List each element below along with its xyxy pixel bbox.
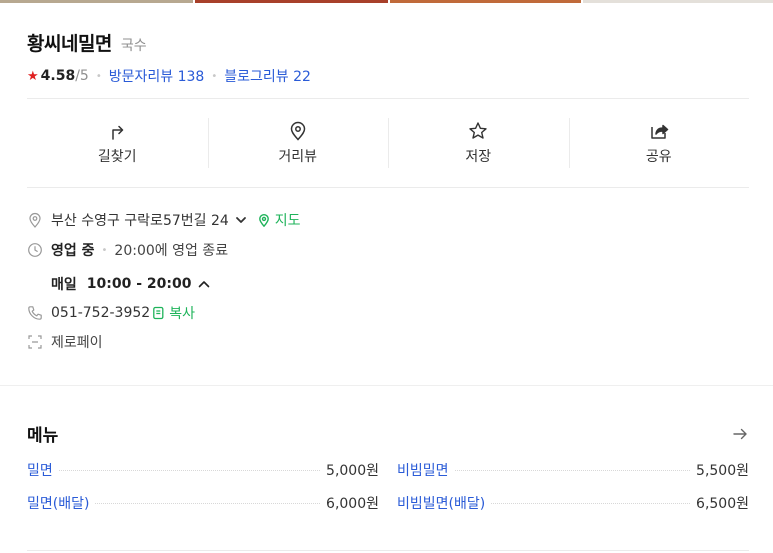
menu-item-price: 6,000원: [326, 496, 379, 512]
divider: [27, 187, 749, 188]
phone-number: 051-752-3952: [51, 305, 151, 321]
photo-thumb[interactable]: [0, 0, 193, 3]
daily-day: 매일: [51, 277, 77, 293]
menu-item-price: 5,000원: [326, 463, 379, 479]
menu-item-name: 밀면(배달): [27, 496, 90, 512]
menu-item-price: 6,500원: [696, 496, 749, 512]
rating-row: ★ 4.58 /5 • 방문자리뷰 138 • 블로그리뷰 22: [27, 66, 311, 86]
menu-item[interactable]: 비빔빌면(배달) 6,500원: [397, 493, 749, 513]
menu-item-name: 비빔밀면: [397, 463, 449, 479]
menu-item-price: 5,500원: [696, 463, 749, 479]
menu-item-name: 비빔빌면(배달): [397, 496, 486, 512]
save-label: 저장: [465, 148, 492, 165]
dot-separator: •: [101, 244, 108, 256]
star-outline-icon: [469, 121, 487, 139]
menu-leader: [491, 503, 691, 504]
chevron-up-icon[interactable]: [197, 277, 211, 291]
photo-thumb[interactable]: [390, 0, 581, 3]
visitor-review-link[interactable]: 방문자리뷰 138: [109, 66, 205, 86]
star-icon: ★: [27, 68, 39, 84]
map-link-label: 지도: [274, 213, 301, 229]
dot-separator: •: [95, 70, 102, 82]
photo-strip[interactable]: [0, 0, 773, 3]
map-link[interactable]: 지도: [257, 210, 301, 230]
menu-item-name: 밀면: [27, 463, 53, 479]
scan-pay-icon: [28, 335, 42, 349]
divider: [27, 98, 749, 99]
menu-leader: [95, 503, 321, 504]
menu-item[interactable]: 비빔밀면 5,500원: [397, 460, 749, 480]
photo-thumb[interactable]: [195, 0, 388, 3]
menu-section: 메뉴 밀면 5,000원 비빔밀면 5,500원 밀면(배달) 6,000원 비…: [27, 421, 749, 513]
close-time: 20:00에 영업 종료: [114, 243, 229, 259]
divider: [27, 550, 749, 551]
place-header: 황씨네밀면 국수 ★ 4.58 /5 • 방문자리뷰 138 • 블로그리뷰 2…: [27, 29, 311, 86]
address-row: 부산 수영구 구락로57번길 24 지도: [27, 210, 301, 230]
directions-icon: [112, 125, 124, 140]
chevron-down-icon[interactable]: [235, 214, 247, 226]
arrow-right-icon[interactable]: [731, 425, 749, 443]
share-button[interactable]: 공유: [568, 118, 750, 168]
map-pin-icon: [258, 214, 269, 227]
payment-row: 제로페이: [27, 332, 301, 352]
save-button[interactable]: 저장: [388, 118, 569, 168]
menu-item[interactable]: 밀면 5,000원: [27, 460, 379, 480]
dot-separator: •: [211, 70, 218, 82]
place-name: 황씨네밀면: [27, 33, 112, 55]
blog-review-count: 22: [293, 69, 311, 85]
action-bar: 길찾기 거리뷰 저장 공유: [27, 118, 749, 168]
visitor-review-count: 138: [177, 69, 205, 85]
place-category: 국수: [120, 38, 147, 54]
copy-button[interactable]: 복사: [152, 303, 195, 323]
open-status: 영업 중: [51, 243, 95, 259]
menu-item[interactable]: 밀면(배달) 6,000원: [27, 493, 379, 513]
menu-leader: [454, 470, 691, 471]
rating-max: /5: [75, 68, 89, 84]
share-label: 공유: [645, 148, 672, 165]
address-text: 부산 수영구 구락로57번길 24: [51, 213, 229, 229]
daily-hours: 10:00 - 20:00: [86, 276, 192, 292]
directions-button[interactable]: 길찾기: [27, 118, 208, 168]
rating-value: 4.58: [40, 68, 76, 84]
photo-thumb[interactable]: [583, 0, 773, 3]
street-view-icon: [290, 121, 306, 141]
blog-review-link[interactable]: 블로그리뷰 22: [224, 66, 311, 86]
street-view-label: 거리뷰: [278, 148, 318, 165]
daily-hours-row[interactable]: 매일 10:00 - 20:00: [27, 274, 301, 294]
phone-icon: [28, 306, 42, 320]
street-view-button[interactable]: 거리뷰: [207, 118, 389, 168]
menu-title: 메뉴: [27, 426, 59, 446]
section-divider: [0, 385, 773, 386]
copy-label: 복사: [169, 306, 195, 322]
menu-leader: [58, 470, 321, 471]
menu-list: 밀면 5,000원 비빔밀면 5,500원 밀면(배달) 6,000원 비빔빌면…: [27, 460, 749, 513]
blog-review-label: 블로그리뷰: [224, 69, 289, 85]
directions-label: 길찾기: [97, 148, 137, 165]
info-section: 부산 수영구 구락로57번길 24 지도 영업 중 • 20:00에 영업 종료…: [27, 208, 301, 352]
clock-icon: [28, 243, 42, 257]
copy-icon: [153, 306, 164, 320]
hours-row: 영업 중 • 20:00에 영업 종료: [27, 240, 301, 260]
visitor-review-label: 방문자리뷰: [108, 69, 174, 85]
share-icon: [651, 124, 668, 139]
payment-method: 제로페이: [51, 335, 103, 351]
phone-row: 051-752-3952 복사: [27, 303, 301, 323]
location-pin-icon: [29, 212, 41, 228]
